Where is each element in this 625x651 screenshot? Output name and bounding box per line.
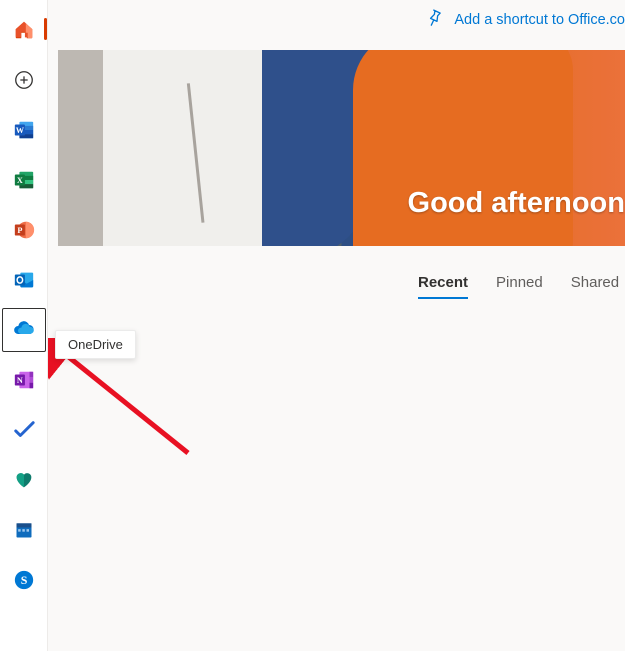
home-icon <box>13 19 35 41</box>
sidebar-item-onenote[interactable]: N <box>2 358 46 402</box>
add-shortcut-link[interactable]: Add a shortcut to Office.co <box>424 8 625 32</box>
svg-text:S: S <box>20 573 27 587</box>
tab-recent[interactable]: Recent <box>418 274 468 299</box>
sidebar-item-family[interactable] <box>2 458 46 502</box>
main-content: Add a shortcut to Office.co Good afterno… <box>48 0 625 651</box>
sidebar-item-word[interactable]: W <box>2 108 46 152</box>
skype-icon: S <box>13 569 35 591</box>
document-tabs: Recent Pinned Shared <box>48 274 625 299</box>
calendar-icon <box>14 520 34 540</box>
tab-pinned[interactable]: Pinned <box>496 274 543 299</box>
sidebar-item-todo[interactable] <box>2 408 46 452</box>
sidebar-item-outlook[interactable] <box>2 258 46 302</box>
todo-icon <box>13 419 35 441</box>
app-sidebar: W X P N <box>0 0 48 651</box>
heart-icon <box>13 469 35 491</box>
welcome-banner: Good afternoon <box>58 50 625 246</box>
word-icon: W <box>13 119 35 141</box>
excel-icon: X <box>13 169 35 191</box>
onenote-icon: N <box>13 369 35 391</box>
onedrive-tooltip: OneDrive <box>55 330 136 359</box>
sidebar-item-calendar[interactable] <box>2 508 46 552</box>
plus-circle-icon <box>13 69 35 91</box>
onedrive-icon <box>12 318 36 342</box>
add-shortcut-label: Add a shortcut to Office.co <box>454 12 625 28</box>
sidebar-item-excel[interactable]: X <box>2 158 46 202</box>
svg-text:W: W <box>15 126 24 135</box>
outlook-icon <box>13 269 35 291</box>
shortcut-bar: Add a shortcut to Office.co <box>48 0 625 40</box>
active-indicator <box>44 18 47 40</box>
sidebar-item-skype[interactable]: S <box>2 558 46 602</box>
sidebar-item-onedrive[interactable] <box>2 308 46 352</box>
sidebar-item-create[interactable] <box>2 58 46 102</box>
sidebar-item-powerpoint[interactable]: P <box>2 208 46 252</box>
powerpoint-icon: P <box>13 219 35 241</box>
pin-icon <box>424 8 444 32</box>
sidebar-item-home[interactable] <box>2 8 46 52</box>
tab-shared[interactable]: Shared <box>571 274 619 299</box>
svg-text:P: P <box>17 226 22 235</box>
greeting-text: Good afternoon <box>408 187 625 220</box>
svg-text:N: N <box>16 376 22 385</box>
svg-text:X: X <box>16 176 22 185</box>
